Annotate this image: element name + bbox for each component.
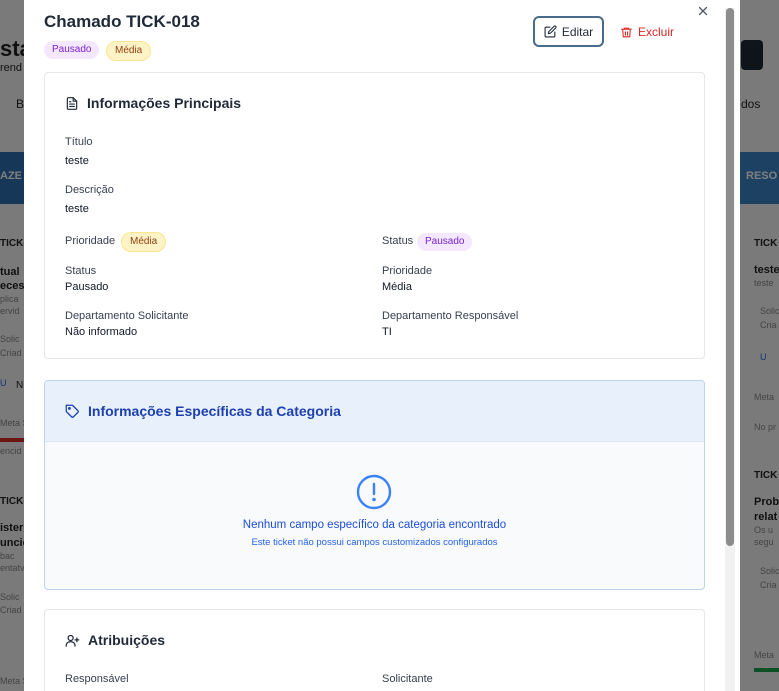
delete-label: Excluir	[638, 25, 675, 39]
assignments-header: Atribuições	[65, 632, 165, 648]
empty-state-title: Nenhum campo específico da categoria enc…	[242, 519, 507, 531]
dept-solicitante-value: Não informado	[65, 326, 138, 338]
prioridade-field-value: Média	[382, 281, 412, 293]
status-field-value: Pausado	[65, 281, 109, 293]
priority-badge: Média	[121, 232, 167, 252]
descricao-label: Descrição	[65, 184, 114, 196]
status-badge: Pausado	[44, 41, 100, 59]
dept-solicitante-label: Departamento Solicitante	[65, 310, 189, 322]
modal-title: Chamado TICK-018	[44, 12, 200, 31]
edit-button[interactable]: Editar	[533, 16, 604, 47]
edit-label: Editar	[561, 24, 594, 39]
user-plus-icon	[65, 633, 80, 648]
assignments-card: Atribuições Responsável Solicitante	[44, 609, 705, 691]
main-info-heading: Informações Principais	[87, 95, 242, 111]
category-info-card: Informações Específicas da Categoria Nen…	[44, 380, 705, 590]
main-info-header: Informações Principais	[65, 95, 241, 111]
alert-circle-icon	[356, 474, 392, 515]
edit-icon	[544, 25, 557, 38]
prioridade-field-label: Prioridade	[382, 265, 433, 277]
responsavel-label: Responsável	[65, 673, 129, 685]
status-field-label: Status	[65, 265, 97, 277]
modal-scrollbar[interactable]	[725, 8, 735, 691]
dept-responsavel-label: Departamento Responsável	[382, 310, 519, 322]
priority-badge: Média	[106, 41, 152, 61]
status-badge: Pausado	[417, 233, 473, 251]
status-label: Status	[382, 235, 414, 247]
close-icon[interactable]	[697, 4, 713, 20]
prioridade-label: Prioridade	[65, 235, 116, 247]
dept-responsavel-value: TI	[382, 326, 392, 338]
delete-button[interactable]: Excluir	[614, 18, 678, 46]
assignments-heading: Atribuições	[88, 632, 166, 648]
solicitante-label: Solicitante	[382, 673, 433, 685]
trash-icon	[620, 26, 633, 39]
tag-icon	[65, 404, 80, 419]
category-info-heading: Informações Específicas da Categoria	[88, 403, 341, 419]
scrollbar-thumb[interactable]	[726, 8, 734, 546]
ticket-modal: Chamado TICK-018 Pausado Média Editar Ex…	[24, 0, 740, 691]
titulo-label: Título	[65, 136, 93, 148]
empty-state-subtitle: Este ticket não possui campos customizad…	[251, 537, 498, 548]
document-icon	[65, 96, 79, 111]
main-info-card: Informações Principais Título teste Desc…	[44, 72, 705, 359]
descricao-value: teste	[65, 203, 89, 215]
titulo-value: teste	[65, 155, 89, 167]
category-info-header: Informações Específicas da Categoria	[45, 381, 704, 442]
